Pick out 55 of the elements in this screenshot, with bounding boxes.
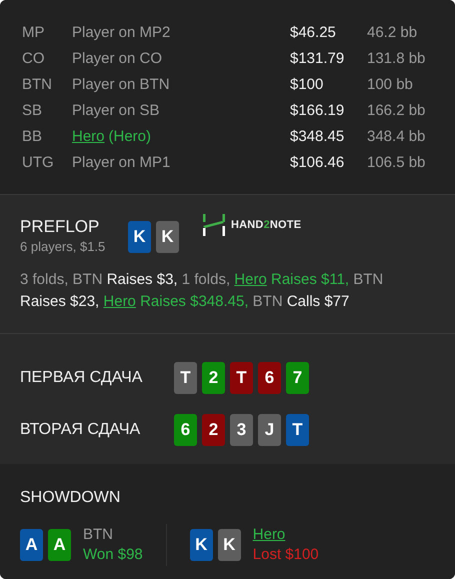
playing-card: 6 [258,362,281,394]
big-blinds: 348.4 bb [367,126,426,147]
player-name: Player on CO [72,48,162,69]
position-label: BB [22,126,44,147]
position-label: MP [22,22,46,43]
big-blinds: 166.2 bb [367,100,426,121]
playing-card: A [48,528,71,560]
playing-card: T [230,362,253,394]
board-label: ПЕРВАЯ СДАЧА [20,368,144,388]
stack-amount: $348.45 [290,126,346,147]
player-link[interactable]: Hero [103,292,136,310]
position-label: UTG [22,152,55,173]
player-link[interactable]: Hero [234,270,267,288]
stack-amount: $131.79 [290,48,346,69]
playing-card: A [20,528,43,560]
playing-card: 2 [202,362,225,394]
stack-amount: $166.19 [290,100,346,121]
section-title: PREFLOP [20,217,100,237]
logo-icon [203,214,225,236]
action-summary: 3 folds, BTN Raises $3, 1 folds, Hero Raises $11, BTN Raises $23, Hero Raises $348.45, BTN Calls $77 [20,270,384,312]
logo-text: HAND2NOTE [231,218,302,233]
section-title: SHOWDOWN [20,488,122,508]
player-name: (Hero) [108,126,152,147]
playing-card: K [218,528,241,560]
big-blinds: 106.5 bb [367,152,426,173]
big-blinds: 131.8 bb [367,48,426,69]
big-blinds: 100 bb [367,74,413,95]
board-label: ВТОРАЯ СДАЧА [20,420,142,440]
playing-card: J [258,414,281,446]
playing-card: 7 [286,362,309,394]
position-label: SB [22,100,44,121]
stack-amount: $46.25 [290,22,337,43]
result-text: Lost $100 [252,544,319,564]
player-name: Player on MP2 [72,22,170,43]
playing-card: T [286,414,309,446]
playing-card: K [156,221,179,253]
player-name: Player on BTN [72,74,170,95]
stack-amount: $106.46 [290,152,346,173]
stack-amount: $100 [290,74,324,95]
player-name: Player on MP1 [72,152,170,173]
playing-card: 2 [202,414,225,446]
result-text: Won $98 [83,544,143,564]
player-name: Player on SB [72,100,160,121]
position-label: BTN [22,74,53,95]
playing-card: T [174,362,197,394]
playing-card: K [128,221,151,253]
pot-info: 6 players, $1.5 [20,238,106,256]
player-link[interactable]: Hero [252,524,286,544]
position-label: CO [22,48,46,69]
playing-card: 3 [230,414,253,446]
player-link[interactable]: Hero [72,126,105,148]
player-name: BTN [83,524,114,544]
big-blinds: 46.2 bb [367,22,418,43]
playing-card: 6 [174,414,197,446]
playing-card: K [190,528,213,560]
